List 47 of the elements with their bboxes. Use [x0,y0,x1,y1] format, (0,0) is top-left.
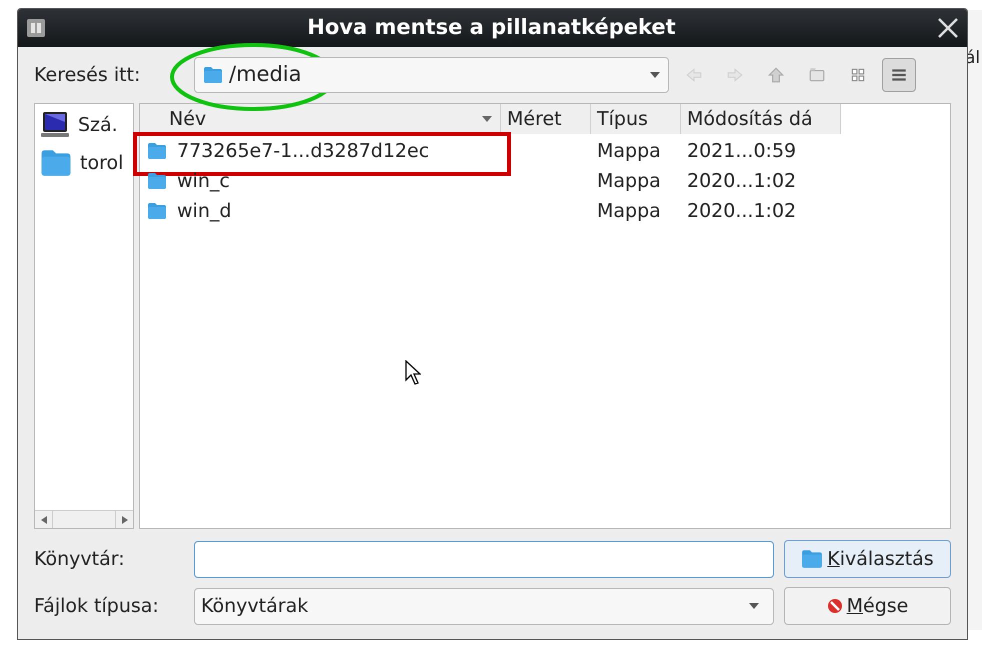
right-arrow-icon[interactable] [122,516,128,524]
table-cell: 2020...1:02 [687,170,796,192]
window-title: Hova mentse a pillanatképeket [306,14,677,42]
folder-icon [40,148,72,178]
cancel-button[interactable]: Mégse [784,587,951,625]
forward-arrow-icon [726,66,744,84]
back-arrow-icon [685,66,703,84]
grid-view-icon [849,66,867,84]
horizontal-scrollbar[interactable] [35,510,133,528]
sidebar-item[interactable]: Szá. [78,110,118,140]
dropdown-caret-icon [749,603,759,609]
directory-input-field[interactable] [194,540,774,578]
stop-icon [826,598,843,614]
left-arrow-icon[interactable] [40,516,46,524]
list-button[interactable] [882,58,916,92]
table-cell: 2020...1:02 [687,200,796,222]
file-type-combo-box[interactable]: Könyvtárak [194,588,774,624]
file-type-label: Fájlok típusa: [34,594,160,619]
folder-icon [203,66,223,84]
new-folder-icon [808,66,826,84]
folder-icon [147,172,167,190]
table-cell: Mappa [597,170,661,192]
path-combo-box[interactable]: /media [194,57,669,93]
file-name[interactable]: 773265e7-1...d3287d12ec [177,136,430,166]
up-arrow-icon [767,66,785,84]
column-header[interactable]: Típus [591,104,681,134]
sort-caret-icon [482,116,492,122]
folder-icon [801,549,824,569]
monitor-icon [40,110,70,140]
folder-icon [147,142,167,160]
mouse-pointer-icon [405,360,421,386]
app-menu-icon[interactable] [26,18,46,38]
look-in-label: Keresés itt: [34,62,142,88]
table-cell: Mappa [597,200,661,222]
folder-icon [147,202,167,220]
column-header[interactable]: Név [140,104,501,134]
file-name[interactable]: win_c [177,166,230,196]
column-header[interactable]: Módosítás dá [681,104,841,134]
column-header[interactable]: Méret [501,104,591,134]
file-name[interactable]: win_d [177,196,232,226]
dropdown-caret-icon [650,72,660,78]
sidebar-item[interactable]: torol [80,148,124,178]
table-cell: Mappa [597,140,661,162]
choose-button[interactable]: Kiválasztás [784,540,951,578]
directory-label: Könyvtár: [34,546,126,572]
table-cell: 2021...0:59 [687,140,796,162]
close-icon[interactable] [937,17,959,39]
